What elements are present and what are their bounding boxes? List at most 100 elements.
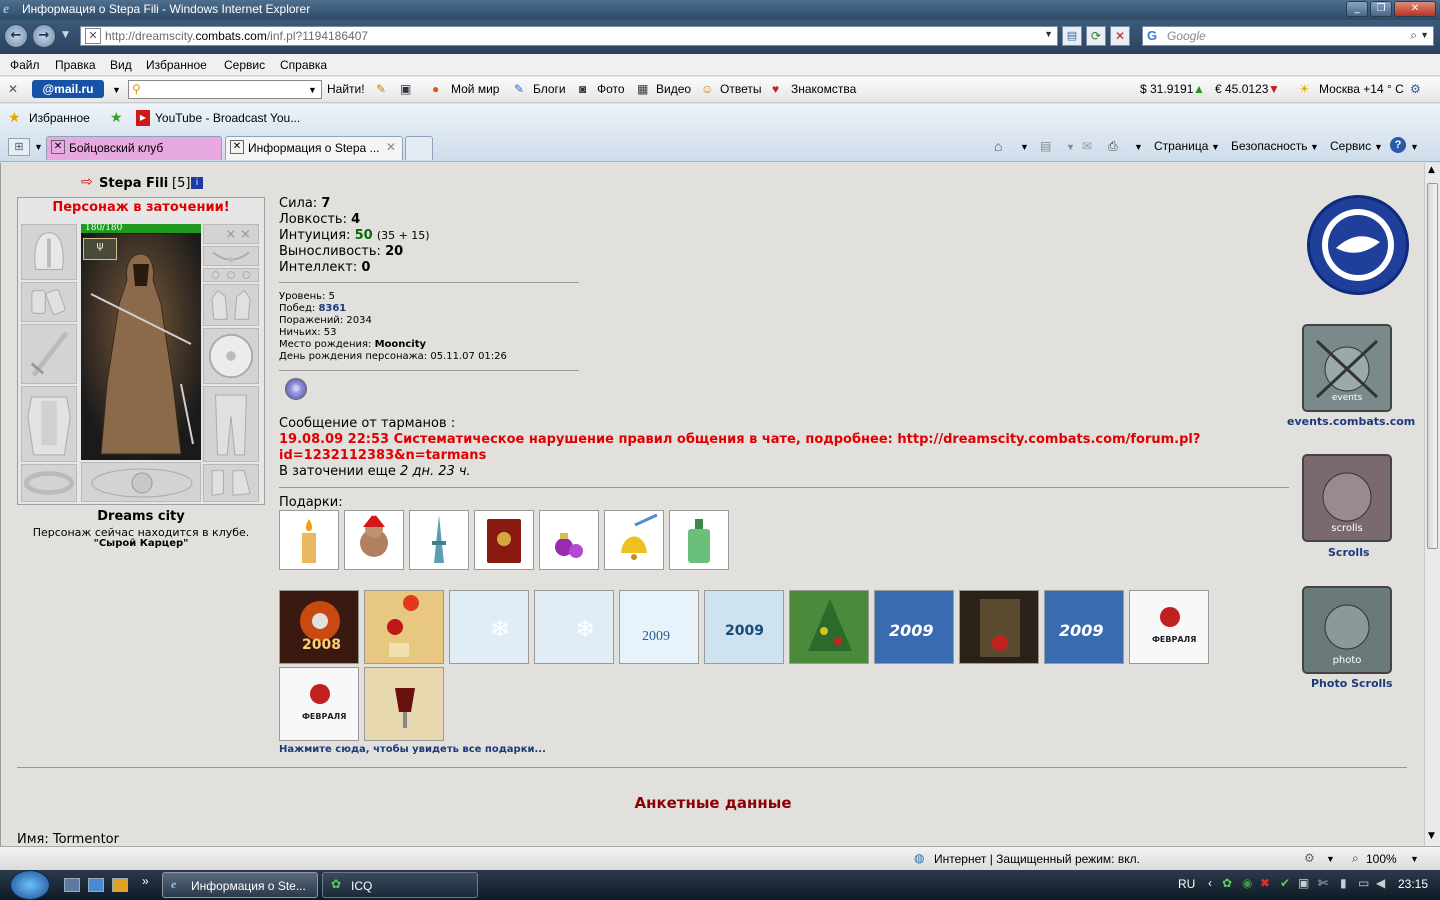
clan-badge-icon[interactable]: ψ: [83, 238, 117, 260]
clock[interactable]: 23:15: [1398, 877, 1428, 891]
scrolls-banner[interactable]: scrolls: [1297, 451, 1397, 545]
vertical-scrollbar[interactable]: ▲ ▼: [1424, 163, 1440, 846]
new-tab-button[interactable]: [405, 136, 433, 160]
home-icon[interactable]: ⌂: [994, 138, 1002, 154]
mail-icon[interactable]: ✉: [1082, 139, 1092, 153]
rings-slot[interactable]: [203, 268, 259, 282]
highlight-icon[interactable]: ✎: [376, 82, 386, 96]
card-snowflake-1[interactable]: ❄: [449, 590, 529, 664]
page-search-icon[interactable]: ▣: [400, 82, 411, 96]
search-dropdown-icon[interactable]: ▼: [1420, 30, 1429, 40]
character-avatar[interactable]: 180/180 ψ: [81, 224, 201, 460]
protected-dropdown-icon[interactable]: ▼: [1326, 854, 1335, 864]
clan-emblem-icon[interactable]: [1307, 195, 1409, 295]
menu-view[interactable]: Вид: [110, 58, 132, 72]
mailru-settings-icon[interactable]: ⚙: [1410, 82, 1421, 96]
menu-tools[interactable]: Сервис: [224, 58, 265, 72]
boots-slot[interactable]: [203, 464, 259, 502]
close-button[interactable]: ✕: [1394, 1, 1436, 17]
protected-mode-icon[interactable]: ⚙: [1304, 851, 1315, 865]
card-christmas-tree[interactable]: [789, 590, 869, 664]
page-menu[interactable]: Страница: [1154, 139, 1208, 153]
photo-scrolls-link[interactable]: Photo Scrolls: [1311, 677, 1393, 690]
character-arrow-icon[interactable]: ⇨: [81, 174, 93, 190]
blogs-link[interactable]: Блоги: [533, 82, 566, 96]
photo-link[interactable]: Фото: [597, 82, 625, 96]
tab-list-dropdown-icon[interactable]: ▼: [34, 142, 43, 152]
toolbar-close-icon[interactable]: ✕: [8, 82, 18, 96]
help-icon[interactable]: ?: [1390, 137, 1406, 153]
print-dropdown-icon[interactable]: ▼: [1134, 142, 1143, 152]
gift-bell[interactable]: [604, 510, 664, 570]
gift-teddy-bear[interactable]: [344, 510, 404, 570]
menu-edit[interactable]: Правка: [55, 58, 96, 72]
language-indicator[interactable]: RU: [1178, 877, 1195, 891]
card-dark-emblem[interactable]: [959, 590, 1039, 664]
menu-help[interactable]: Справка: [280, 58, 327, 72]
refresh-icon[interactable]: ⟳: [1086, 26, 1106, 46]
all-gifts-link[interactable]: Нажмите сюда, чтобы увидеть все подарки.…: [279, 744, 546, 755]
rank-badge-icon[interactable]: ☼: [285, 378, 307, 400]
events-banner[interactable]: events: [1297, 321, 1397, 415]
card-greeting-orange[interactable]: [364, 590, 444, 664]
belt-slot[interactable]: [21, 464, 77, 502]
tray-app-icon[interactable]: ▣: [1298, 876, 1309, 890]
compat-view-icon[interactable]: ▤: [1062, 26, 1082, 46]
history-dropdown-icon[interactable]: ▼: [62, 30, 69, 40]
tools-menu[interactable]: Сервис: [1330, 139, 1371, 153]
back-button[interactable]: ←: [4, 24, 28, 48]
start-button[interactable]: [10, 870, 50, 900]
card-2009-blue[interactable]: 2009: [704, 590, 784, 664]
tray-antivirus-icon[interactable]: ✖: [1260, 876, 1270, 890]
add-favorite-icon[interactable]: ★: [110, 109, 123, 126]
print-icon[interactable]: ⎙: [1108, 139, 1118, 154]
amulet-slot[interactable]: [203, 246, 259, 266]
favorites-button[interactable]: Избранное: [29, 111, 90, 125]
feeds-dropdown-icon[interactable]: ▼: [1066, 142, 1075, 152]
quick-tabs-icon[interactable]: ⊞: [8, 138, 30, 156]
gift-passport[interactable]: [474, 510, 534, 570]
zoom-level[interactable]: 100%: [1366, 852, 1397, 866]
video-link[interactable]: Видео: [656, 82, 691, 96]
gift-candle[interactable]: [279, 510, 339, 570]
card-february-1[interactable]: ФЕВРАЛЯ: [1129, 590, 1209, 664]
quicklaunch-more-icon[interactable]: »: [142, 874, 149, 888]
photo-scrolls-banner[interactable]: photo: [1297, 583, 1397, 677]
weather-text[interactable]: Москва +14 ° C: [1319, 82, 1404, 96]
events-link[interactable]: events.combats.com: [1287, 415, 1415, 428]
minimize-button[interactable]: _: [1346, 1, 1368, 17]
mailru-search-input[interactable]: [128, 80, 322, 99]
forward-button[interactable]: →: [32, 24, 56, 48]
taskbar-item-icq[interactable]: ✿ ICQ: [322, 872, 478, 898]
tab-fight-club[interactable]: ✕ Бойцовский клуб: [46, 136, 222, 160]
scroll-down-icon[interactable]: ▼: [1428, 831, 1435, 841]
security-zone[interactable]: Интернет | Защищенный режим: вкл.: [934, 852, 1140, 866]
menu-favorites[interactable]: Избранное: [146, 58, 207, 72]
mailru-logo[interactable]: @mail.ru: [32, 80, 104, 98]
usd-rate[interactable]: $ 31.9191: [1140, 82, 1193, 96]
tab-close-icon[interactable]: ✕: [386, 140, 396, 154]
card-wine-glass[interactable]: [364, 667, 444, 741]
feeds-icon[interactable]: ▤: [1040, 139, 1051, 153]
helmet-slot[interactable]: [21, 224, 77, 280]
show-desktop-icon[interactable]: [64, 878, 80, 892]
address-bar[interactable]: ✕ http://dreamscity.combats.com/inf.pl?1…: [80, 26, 1058, 46]
weapon-slot[interactable]: [21, 324, 77, 384]
mailru-menu-dropdown-icon[interactable]: ▼: [112, 85, 121, 95]
armor-slot[interactable]: [21, 386, 77, 462]
tray-volume-icon[interactable]: ◀: [1376, 876, 1385, 890]
earrings-slot[interactable]: ✕ ✕: [203, 224, 259, 244]
stop-icon[interactable]: ✕: [1110, 26, 1130, 46]
search-input[interactable]: G Google ⌕ ▼: [1142, 26, 1434, 46]
card-february-2[interactable]: ФЕВРАЛЯ: [279, 667, 359, 741]
mailru-find-button[interactable]: Найти!: [327, 82, 365, 96]
safety-menu[interactable]: Безопасность: [1231, 139, 1308, 153]
menu-file[interactable]: Файл: [10, 58, 40, 72]
eur-rate[interactable]: € 45.0123: [1215, 82, 1268, 96]
gift-perfume[interactable]: [539, 510, 599, 570]
tray-shield-icon[interactable]: ✔: [1280, 876, 1290, 890]
home-dropdown-icon[interactable]: ▼: [1020, 142, 1029, 152]
gloves-slot[interactable]: [203, 284, 259, 326]
maximize-button[interactable]: ❐: [1370, 1, 1392, 17]
card-2009-stars-2[interactable]: 2009: [1044, 590, 1124, 664]
